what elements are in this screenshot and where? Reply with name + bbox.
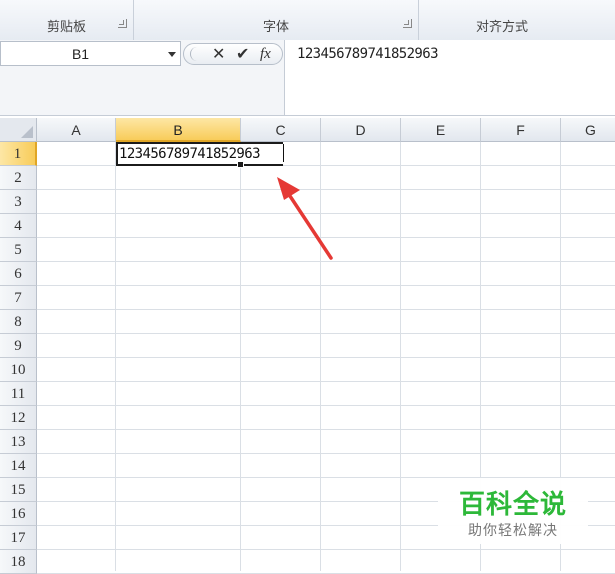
- watermark: 百科全说 助你轻松解决: [438, 478, 588, 544]
- arrow-head: [277, 177, 300, 200]
- watermark-title: 百科全说: [458, 490, 567, 520]
- arrow-shaft: [284, 188, 333, 260]
- watermark-subtitle: 助你轻松解决: [468, 523, 558, 539]
